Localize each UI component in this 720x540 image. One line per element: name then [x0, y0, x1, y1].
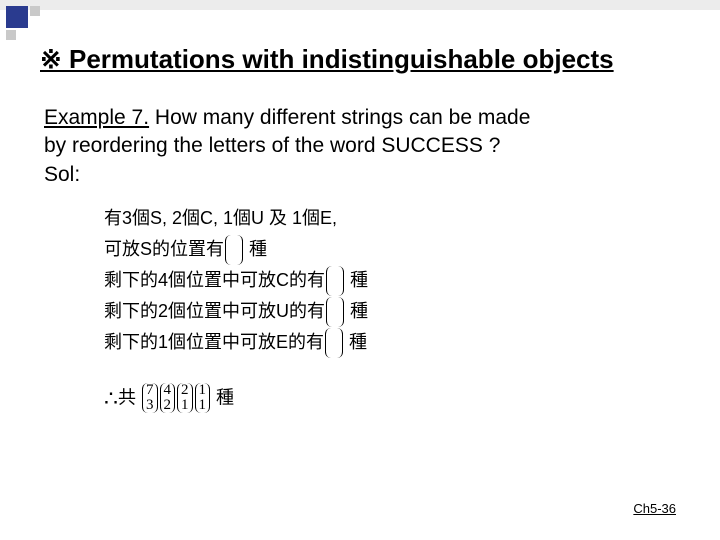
slide-title: ※ Permutations with indistinguishable ob…	[40, 44, 614, 75]
logo-square-small-2	[6, 30, 16, 40]
logo-square-main	[6, 6, 28, 28]
binom-7-3: 73	[142, 383, 158, 413]
therefore-icon: ∴	[104, 386, 118, 411]
sol-line-2: 可放S的位置有 種	[104, 234, 690, 265]
question-text-2: by reordering the letters of the word SU…	[44, 132, 690, 160]
footer-page: Ch5-36	[633, 501, 676, 516]
binom-1-1: 11	[195, 383, 211, 413]
sol-final: ∴共 73422111 種	[104, 380, 690, 417]
body: Example 7. How many different strings ca…	[44, 104, 690, 417]
logo	[0, 0, 46, 46]
logo-square-small-1	[30, 6, 40, 16]
binom-placeholder-icon	[225, 235, 243, 265]
binom-placeholder-icon	[326, 266, 344, 296]
sol-line-3: 剩下的4個位置中可放C的有 種	[104, 265, 690, 296]
binom-placeholder-icon	[326, 297, 344, 327]
binom-2-1: 21	[177, 383, 193, 413]
binom-placeholder-icon	[325, 328, 343, 358]
example-label: Example 7.	[44, 106, 149, 129]
solution-list: 有3個S, 2個C, 1個U 及 1個E, 可放S的位置有 種 剩下的4個位置中…	[104, 203, 690, 417]
sol-line-4: 剩下的2個位置中可放U的有 種	[104, 296, 690, 327]
sol-label: Sol:	[44, 161, 690, 189]
sol-line-1: 有3個S, 2個C, 1個U 及 1個E,	[104, 203, 690, 234]
example-line: Example 7. How many different strings ca…	[44, 104, 690, 132]
sol-line-5: 剩下的1個位置中可放E的有 種	[104, 327, 690, 358]
topbar	[0, 0, 720, 10]
binom-4-2: 42	[160, 383, 176, 413]
question-text-1: How many different strings can be made	[155, 106, 530, 129]
